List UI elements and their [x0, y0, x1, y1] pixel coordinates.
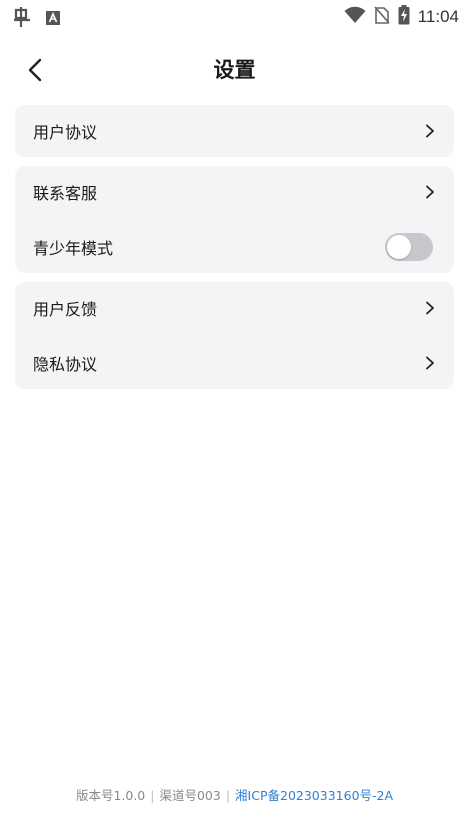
- chevron-right-icon: [426, 356, 434, 370]
- icp-license-link[interactable]: 湘ICP备2023033160号-2A: [235, 788, 393, 803]
- keyboard-a-icon: [46, 10, 60, 29]
- menu-item-label: 用户协议: [33, 123, 98, 142]
- menu-item-label: 青少年模式: [33, 239, 114, 258]
- chevron-right-icon: [426, 301, 434, 315]
- wifi-icon: [344, 6, 366, 28]
- page-title: 设置: [213, 58, 256, 82]
- teen-mode-toggle[interactable]: [385, 233, 433, 261]
- settings-group-feedback: 用户反馈 隐私协议: [15, 282, 454, 389]
- version-text: 版本号1.0.0: [75, 788, 146, 803]
- chevron-right-icon: [426, 124, 434, 138]
- menu-item-teen-mode: 青少年模式: [15, 221, 454, 273]
- toggle-knob: [387, 235, 411, 259]
- menu-item-label: 联系客服: [33, 184, 98, 203]
- divider: |: [150, 788, 155, 803]
- menu-item-label: 隐私协议: [33, 355, 98, 374]
- settings-group-support: 联系客服 青少年模式: [15, 166, 454, 273]
- menu-item-user-agreement[interactable]: 用户协议: [15, 105, 454, 157]
- settings-group-agreements: 用户协议: [15, 105, 454, 157]
- channel-text: 渠道号003: [159, 788, 221, 803]
- status-bar: 11:04: [0, 0, 469, 34]
- divider: |: [225, 788, 231, 803]
- battery-charging-icon: [398, 5, 410, 29]
- menu-item-user-feedback[interactable]: 用户反馈: [15, 282, 454, 334]
- menu-item-privacy-policy[interactable]: 隐私协议: [15, 337, 454, 389]
- menu-item-contact-support[interactable]: 联系客服: [15, 166, 454, 218]
- no-sim-icon: [374, 6, 390, 28]
- clock: 11:04: [417, 7, 459, 26]
- top-nav-bar: 设置: [0, 44, 469, 94]
- chevron-right-icon: [426, 185, 434, 199]
- app-info-footer: 版本号1.0.0 | 渠道号003 | 湘ICP备2023033160号-2A: [0, 785, 469, 804]
- app-logo-icon: [12, 6, 34, 32]
- menu-item-label: 用户反馈: [33, 300, 98, 319]
